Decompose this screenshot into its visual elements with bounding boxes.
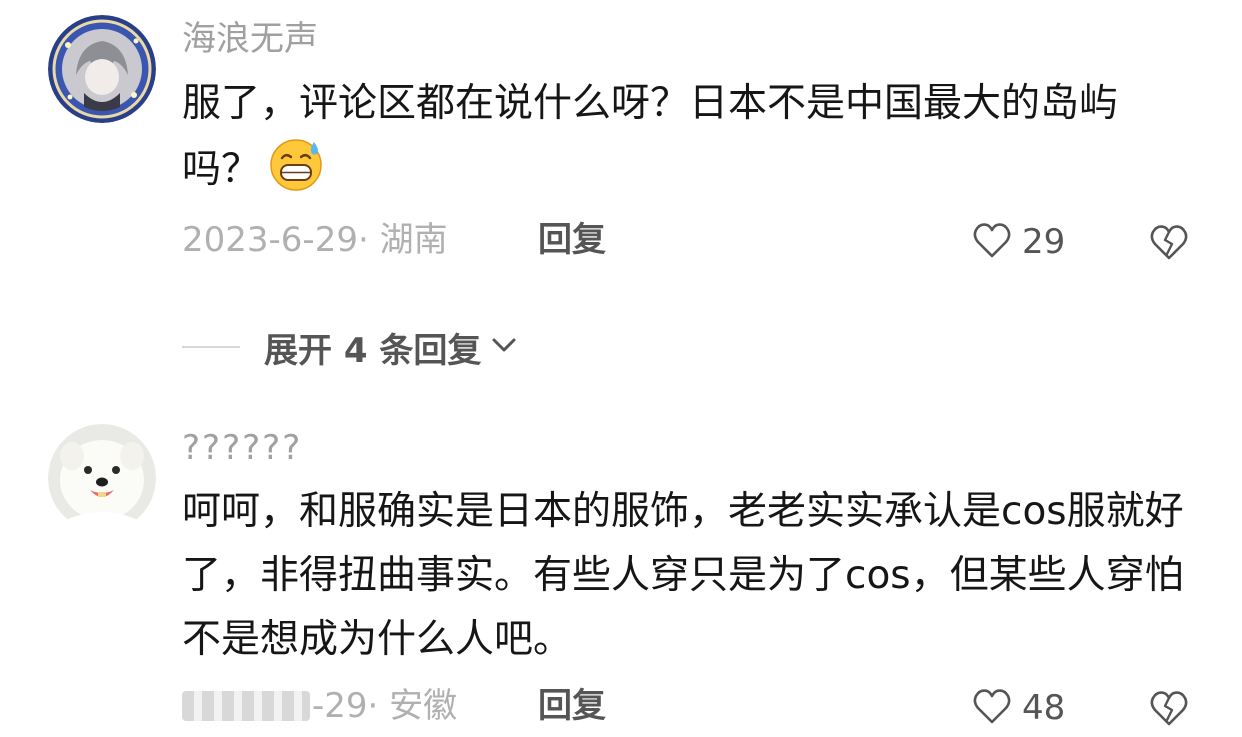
divider xyxy=(182,346,240,348)
comment-text: 服了，评论区都在说什么呀？日本不是中国最大的岛屿吗？ xyxy=(182,72,1192,202)
dislike-button[interactable] xyxy=(1148,688,1190,728)
comment-item: ?????? 呵呵，和服确实是日本的服饰，老老实实承认是cos服就好了，非得扭曲… xyxy=(0,420,1242,737)
comment-text: 呵呵，和服确实是日本的服饰，老老实实承认是cos服就好了，非得扭曲事实。有些人穿… xyxy=(182,489,1184,662)
heart-outline-icon xyxy=(972,221,1012,263)
username[interactable]: ?????? xyxy=(182,426,302,470)
like-count: 29 xyxy=(1022,222,1066,262)
broken-heart-icon xyxy=(1148,225,1190,266)
expand-replies-label: 展开 4 条回复 xyxy=(264,330,482,371)
username[interactable]: 海浪无声 xyxy=(182,17,318,61)
like-count: 48 xyxy=(1022,688,1066,728)
heart-outline-icon xyxy=(972,687,1012,729)
avatar[interactable] xyxy=(48,424,156,532)
broken-heart-icon xyxy=(1148,691,1190,732)
comment-meta-text: -29· 安徽 xyxy=(312,686,458,726)
like-button[interactable]: 48 xyxy=(972,686,1065,730)
reply-button[interactable]: 回复 xyxy=(538,218,606,262)
like-button[interactable]: 29 xyxy=(972,220,1065,264)
comment-item: 海浪无声 服了，评论区都在说什么呀？日本不是中国最大的岛屿吗？ 2023-6-2… xyxy=(0,0,1242,300)
dislike-button[interactable] xyxy=(1148,222,1190,262)
grinning-sweat-emoji-icon xyxy=(268,136,324,192)
comment-meta: 2023-6-29· 湖南 xyxy=(182,220,448,260)
expand-replies-button[interactable]: 展开 4 条回复 xyxy=(182,322,519,372)
avatar[interactable] xyxy=(48,15,156,123)
redacted-date xyxy=(182,691,310,721)
chevron-down-icon xyxy=(481,330,519,364)
comment-meta: -29· 安徽 xyxy=(182,684,457,728)
reply-button[interactable]: 回复 xyxy=(538,684,606,728)
